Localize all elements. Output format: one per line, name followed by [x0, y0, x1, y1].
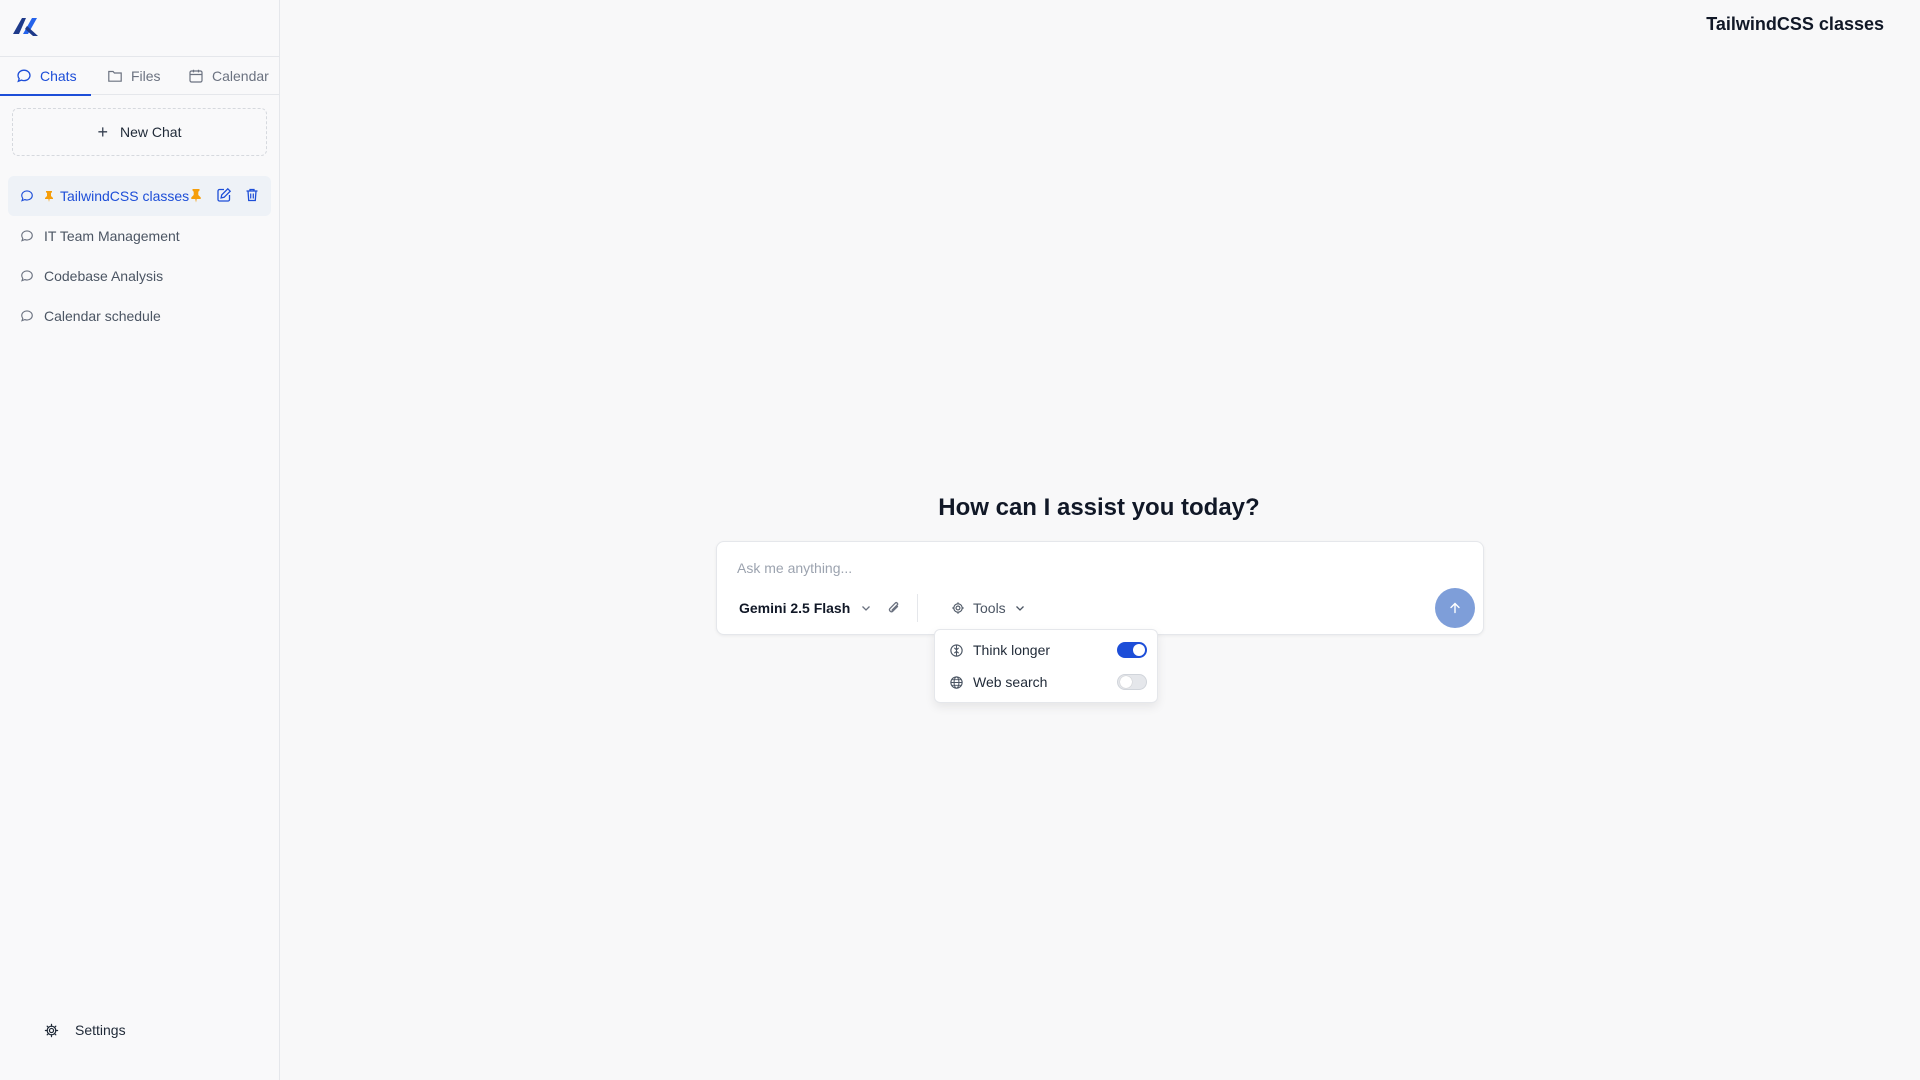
edit-icon[interactable] [215, 186, 233, 204]
chevron-down-icon [862, 606, 871, 611]
chat-item-actions [187, 186, 261, 204]
chat-composer: Gemini 2.5 Flash Tools [716, 541, 1484, 635]
sidebar-tabs: Chats Files Calendar [0, 56, 279, 96]
tab-chats-label: Chats [40, 68, 77, 84]
calendar-icon [189, 69, 203, 83]
message-input[interactable] [737, 556, 1437, 580]
attach-button[interactable] [883, 597, 905, 619]
chat-bubble-icon [17, 69, 31, 83]
composer-divider [917, 594, 918, 622]
web-search-toggle[interactable] [1117, 674, 1147, 690]
tab-chats[interactable]: Chats [0, 57, 91, 96]
chat-item-tailwindcss-classes[interactable]: TailwindCSS classes [8, 176, 271, 216]
tool-think-longer[interactable]: Think longer [935, 634, 1157, 666]
trash-icon[interactable] [243, 186, 261, 204]
tab-files[interactable]: Files [107, 57, 161, 95]
chat-item-label: Calendar schedule [44, 308, 161, 324]
chat-bubble-icon [21, 270, 33, 282]
chat-item-label: IT Team Management [44, 228, 180, 244]
pin-icon[interactable] [187, 186, 205, 204]
model-select-value: Gemini 2.5 Flash [739, 600, 851, 616]
new-chat-button[interactable]: + New Chat [12, 108, 267, 156]
chat-item-label: TailwindCSS classes [60, 188, 190, 204]
chat-bubble-icon [21, 310, 33, 322]
chat-item-calendar-schedule[interactable]: Calendar schedule [8, 296, 271, 336]
app-logo-icon[interactable] [10, 12, 42, 40]
tab-files-label: Files [131, 68, 161, 84]
sidebar: Chats Files Calendar + New Chat Tailwind… [0, 0, 280, 1080]
globe-icon [950, 675, 963, 689]
tools-button-label: Tools [973, 600, 1006, 616]
folder-icon [108, 70, 122, 82]
think-longer-toggle[interactable] [1117, 642, 1147, 658]
tab-calendar-label: Calendar [212, 68, 269, 84]
tab-calendar[interactable]: Calendar [188, 57, 269, 95]
chat-list: TailwindCSS classes IT Team Management C… [8, 176, 271, 336]
model-select[interactable]: Gemini 2.5 Flash [731, 592, 880, 624]
chat-item-it-team-management[interactable]: IT Team Management [8, 216, 271, 256]
settings-button[interactable]: Settings [44, 1022, 126, 1038]
send-button[interactable] [1435, 588, 1475, 628]
chevron-down-icon [1015, 606, 1024, 611]
settings-label: Settings [75, 1022, 126, 1038]
pin-icon [45, 191, 53, 202]
tool-web-search[interactable]: Web search [935, 666, 1157, 698]
chat-item-codebase-analysis[interactable]: Codebase Analysis [8, 256, 271, 296]
tool-label: Think longer [973, 642, 1051, 658]
gear-icon [952, 602, 964, 614]
page-title: TailwindCSS classes [1706, 14, 1884, 34]
chat-bubble-icon [21, 230, 33, 242]
paperclip-icon [888, 602, 899, 613]
chat-item-label: Codebase Analysis [44, 268, 164, 284]
arrow-up-icon [1450, 602, 1460, 614]
welcome-headline: How can I assist you today? [938, 494, 1260, 521]
gear-icon [44, 1023, 59, 1037]
brain-icon [950, 643, 963, 657]
tool-label: Web search [973, 674, 1048, 690]
tools-menu: Think longer Web search [934, 629, 1158, 703]
new-chat-label: New Chat [120, 124, 182, 140]
chat-bubble-icon [21, 190, 33, 202]
tools-button[interactable]: Tools [943, 592, 1034, 624]
plus-icon: + [97, 122, 109, 142]
